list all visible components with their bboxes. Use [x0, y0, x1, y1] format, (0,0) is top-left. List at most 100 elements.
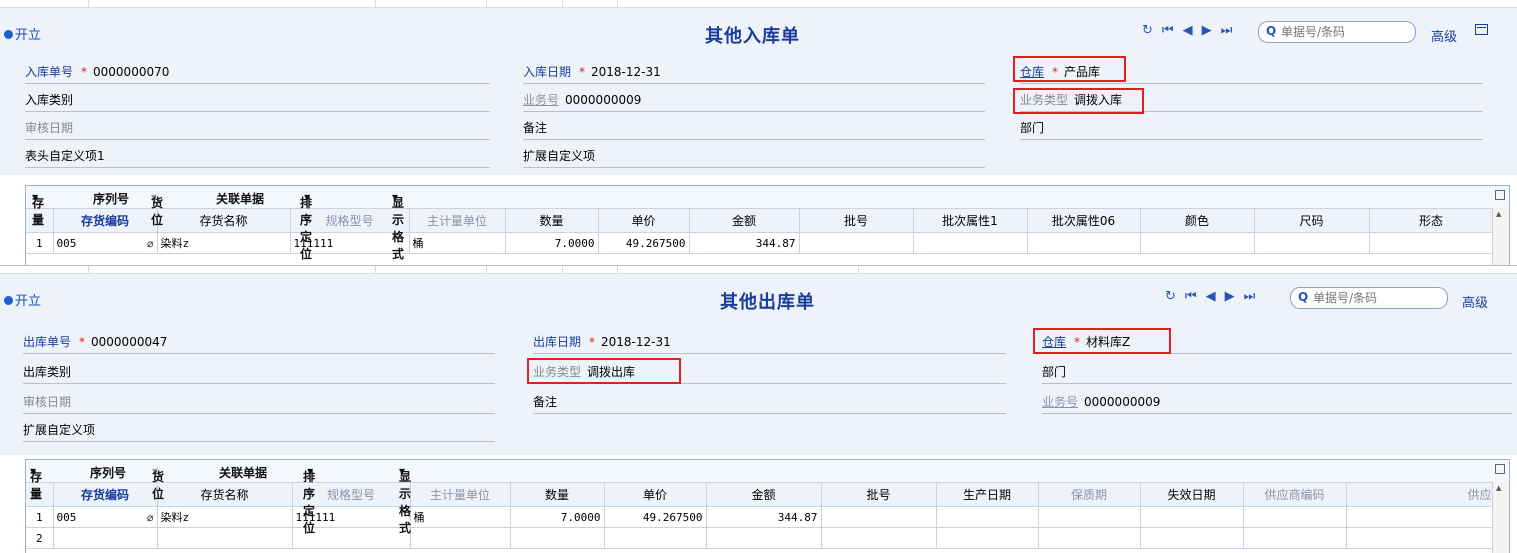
tb-sort[interactable]: 排序定位 ▾ [300, 190, 312, 261]
cell-amount[interactable]: 344.87 [689, 232, 800, 254]
business-no-label[interactable]: 业务号 [523, 91, 559, 108]
cell-qty[interactable]: 7.0000 [510, 506, 605, 528]
expand-icon[interactable] [1495, 190, 1505, 200]
tb-related-docs[interactable]: 关联单据 [216, 190, 264, 207]
cell-price[interactable]: 49.267500 [604, 506, 707, 528]
search-input[interactable] [1311, 290, 1435, 306]
table-row[interactable]: 2 [26, 527, 1494, 549]
business-no-value[interactable]: 0000000009 [565, 93, 641, 107]
col-header[interactable]: 单价 [604, 483, 707, 507]
field-dept[interactable]: 部门 [1020, 119, 1483, 140]
cell-amount[interactable]: 344.87 [706, 506, 822, 528]
field-custom-header[interactable]: 表头自定义项1 [25, 147, 490, 168]
advanced-search-link[interactable]: 高级 [1431, 26, 1457, 45]
search-input[interactable] [1279, 24, 1403, 40]
col-header[interactable]: 金额 [689, 209, 800, 233]
field-category[interactable]: 出库类别 [23, 363, 495, 384]
next-record-icon[interactable]: ▶ [1202, 23, 1212, 38]
vertical-scrollbar[interactable] [1492, 208, 1509, 265]
field-remark[interactable]: 备注 [523, 119, 985, 140]
col-header[interactable]: 数量 [510, 483, 605, 507]
business-no-value[interactable]: 0000000009 [1084, 395, 1160, 409]
field-category[interactable]: 入库类别 [25, 91, 490, 112]
doc-date-value[interactable]: 2018-12-31 [601, 335, 671, 349]
status-open[interactable]: 开立 [4, 24, 41, 43]
table-row[interactable]: 1 005 ⌀ 染料z 111111 桶 7.0000 49.267500 344… [26, 506, 1494, 528]
field-dept[interactable]: 部门 [1042, 363, 1512, 384]
next-record-icon[interactable]: ▶ [1225, 289, 1235, 304]
col-header[interactable]: 批次属性06 [1027, 209, 1141, 233]
col-header[interactable]: 数量 [505, 209, 599, 233]
field-doc-date[interactable]: 出库日期 * 2018-12-31 [533, 333, 1006, 354]
col-header[interactable]: 形态 [1369, 209, 1494, 233]
first-record-icon[interactable]: ⏮ [1185, 289, 1197, 304]
tb-serial[interactable]: 序列号 [93, 190, 129, 207]
doc-no-value[interactable]: 0000000047 [91, 335, 167, 349]
cell-unit[interactable]: 桶 [409, 232, 506, 254]
col-header[interactable]: 批次属性1 [913, 209, 1028, 233]
col-header[interactable]: 存货名称 [157, 209, 291, 233]
col-header[interactable]: 金额 [706, 483, 822, 507]
last-record-icon[interactable]: ⏭ [1244, 289, 1256, 304]
tb-stock[interactable]: 存量 ▾ [32, 190, 44, 227]
tb-related-docs[interactable]: 关联单据 [219, 464, 267, 481]
col-header[interactable]: 主计量单位 [410, 483, 511, 507]
field-audit-date[interactable]: 审核日期 [23, 393, 495, 414]
field-remark[interactable]: 备注 [533, 393, 1006, 414]
table-row[interactable]: 1 005 ⌀ 染料z 111111 桶 7.0000 49.267500 344… [26, 232, 1494, 254]
advanced-search-link[interactable]: 高级 [1462, 292, 1488, 311]
col-header[interactable]: 存货编码 [53, 209, 158, 233]
doc-search-box[interactable]: Q [1258, 21, 1416, 43]
col-header[interactable]: 颜色 [1140, 209, 1255, 233]
first-record-icon[interactable]: ⏮ [1162, 23, 1174, 38]
attachment-icon[interactable]: ⌀ [147, 237, 154, 250]
field-audit-date[interactable]: 审核日期 [25, 119, 490, 140]
doc-search-box[interactable]: Q [1290, 287, 1448, 309]
tb-serial[interactable]: 序列号 [90, 464, 126, 481]
col-header[interactable]: 批号 [821, 483, 937, 507]
last-record-icon[interactable]: ⏭ [1221, 23, 1233, 38]
business-no-label[interactable]: 业务号 [1042, 393, 1078, 410]
field-business-no[interactable]: 业务号 0000000009 [523, 91, 985, 112]
cell-name[interactable]: 染料z [157, 506, 293, 528]
col-header[interactable]: 存货编码 [53, 483, 158, 507]
prev-record-icon[interactable]: ◀ [1206, 289, 1216, 304]
field-doc-date[interactable]: 入库日期 * 2018-12-31 [523, 63, 985, 84]
col-header[interactable]: 供应商编码 [1243, 483, 1347, 507]
cell-unit[interactable]: 桶 [410, 506, 511, 528]
refresh-icon[interactable]: ↻ [1165, 289, 1176, 304]
attachment-icon[interactable]: ⌀ [147, 511, 154, 524]
status-open[interactable]: 开立 [4, 290, 41, 309]
field-business-no[interactable]: 业务号 0000000009 [1042, 393, 1512, 414]
cell-qty[interactable]: 7.0000 [505, 232, 599, 254]
tb-display-format[interactable]: 显示格式 ▾ [399, 464, 411, 535]
col-header[interactable]: 生产日期 [936, 483, 1039, 507]
field-ext-custom[interactable]: 扩展自定义项 [23, 421, 495, 442]
col-header[interactable]: 存货名称 [157, 483, 293, 507]
tb-location[interactable]: 货位 ▾ [152, 464, 164, 501]
search-icon[interactable]: Q [1266, 24, 1276, 38]
field-doc-no[interactable]: 入库单号 * 0000000070 [25, 63, 490, 84]
cell-name[interactable]: 染料z [157, 232, 291, 254]
col-header[interactable]: 失效日期 [1140, 483, 1244, 507]
col-header[interactable]: 单价 [598, 209, 690, 233]
search-icon[interactable]: Q [1298, 290, 1308, 304]
col-header[interactable]: 主计量单位 [409, 209, 506, 233]
field-doc-no[interactable]: 出库单号 * 0000000047 [23, 333, 495, 354]
vertical-scrollbar[interactable] [1492, 482, 1509, 553]
doc-no-value[interactable]: 0000000070 [93, 65, 169, 79]
tb-display-format[interactable]: 显示格式 ▾ [392, 190, 404, 261]
tb-location[interactable]: 货位 ▾ [151, 190, 163, 227]
cell-price[interactable]: 49.267500 [598, 232, 690, 254]
tb-stock[interactable]: 存量 ▾ [30, 464, 42, 501]
prev-record-icon[interactable]: ◀ [1183, 23, 1193, 38]
expand-icon[interactable] [1495, 464, 1505, 474]
tb-sort[interactable]: 排序定位 ▾ [303, 464, 315, 535]
layout-icon[interactable] [1475, 24, 1488, 35]
col-header[interactable]: 供应 [1346, 483, 1494, 507]
field-ext-custom[interactable]: 扩展自定义项 [523, 147, 985, 168]
col-header[interactable]: 尺码 [1254, 209, 1370, 233]
refresh-icon[interactable]: ↻ [1142, 23, 1153, 38]
cell-code[interactable]: 005 ⌀ [53, 506, 158, 528]
doc-date-value[interactable]: 2018-12-31 [591, 65, 661, 79]
